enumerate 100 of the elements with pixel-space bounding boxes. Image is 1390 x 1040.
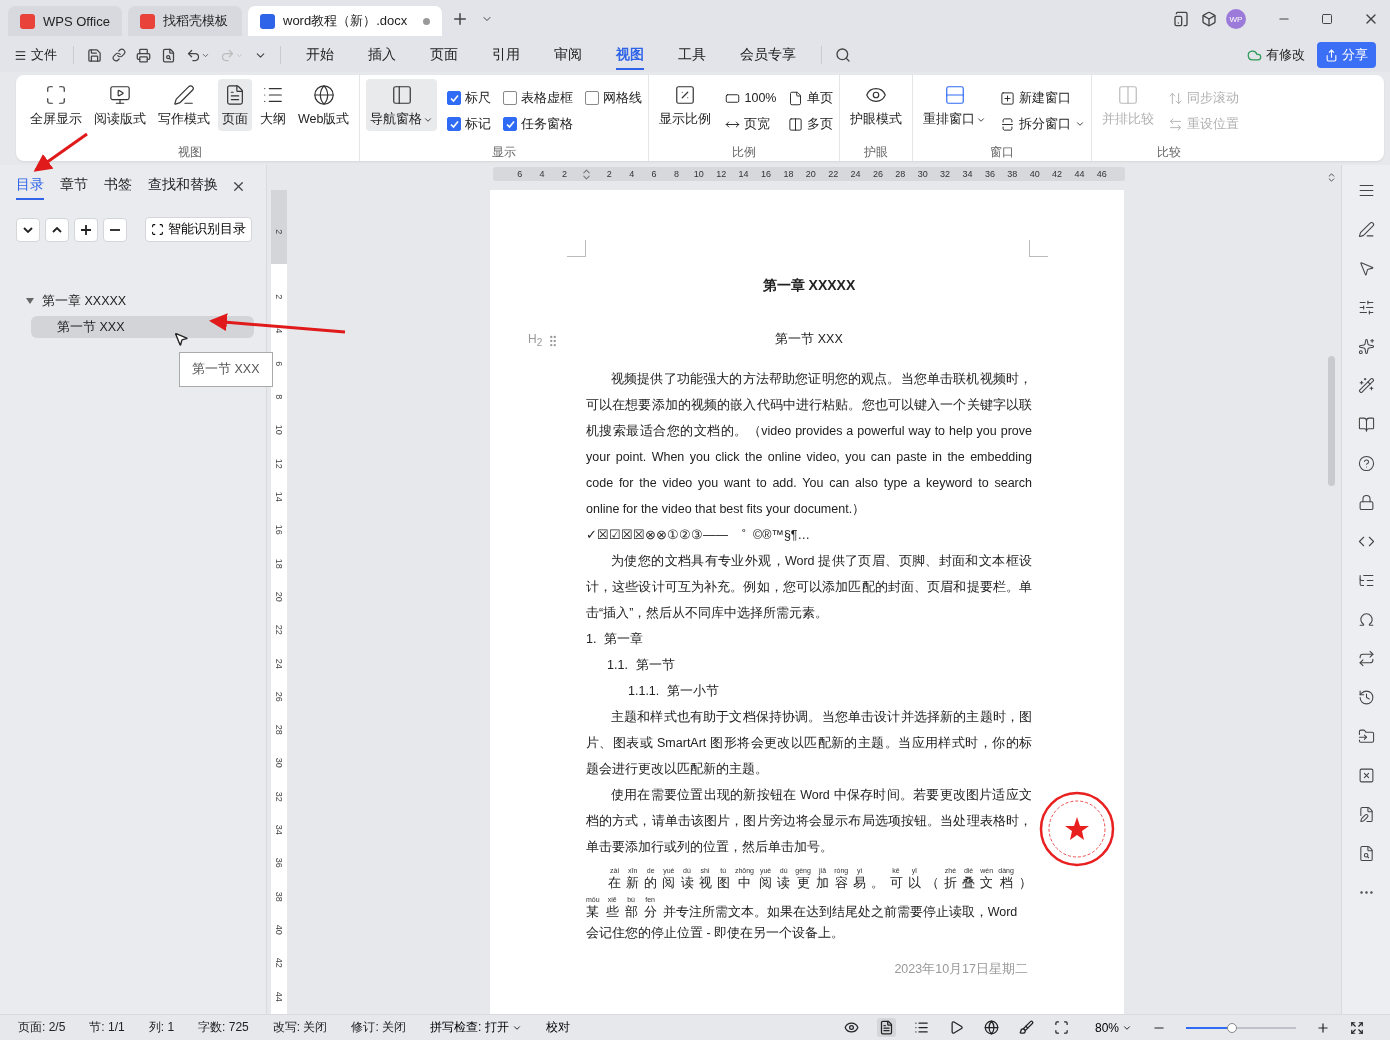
text-character: 图 [716,875,730,891]
ruler-number: 16 [273,524,285,537]
scrollbar-thumb[interactable] [1327,356,1335,486]
text-character: 并专注所需文本。如果在达到结尾处之前需要停止读取，Word [662,904,1018,920]
checkbox-option[interactable]: 任务窗格 [503,111,574,137]
ruler-number: 46 [1095,169,1108,179]
ruler-number: 20 [273,590,285,604]
collapse-up-button[interactable] [45,217,69,242]
caret-icon[interactable] [26,297,36,305]
ribbon-tab[interactable]: 页面 [430,40,458,70]
add-button[interactable] [74,217,98,242]
page-view-icon[interactable] [876,1018,896,1037]
ruler-number: 2 [560,169,568,179]
text-character: 档 [999,875,1013,891]
ruler-number: 2 [605,169,613,179]
group-label: 护眼 [863,144,890,161]
status-item[interactable]: 页面: 2/5 [18,1019,66,1036]
section-heading: 第一节 XXX [775,332,843,346]
ruler-number: 12 [715,169,728,179]
ruler-number: 4 [628,169,636,179]
pen-icon [173,84,195,106]
ruler-number: 18 [782,169,795,179]
chevron-up-icon [52,226,62,233]
ruler-number: 10 [273,424,285,438]
ribbon-button[interactable]: 页面 [218,79,252,131]
text-character: 读 [680,875,694,891]
zoom-level-button[interactable]: 80% [1094,1020,1132,1035]
pane-tab[interactable]: 目录 [16,176,44,200]
text-character: 读 [777,875,791,891]
document-tab[interactable]: 找稻壳模板 [128,6,242,36]
ruler-number: 38 [273,890,285,904]
annotation-arrow [33,132,88,172]
ruler-number: 10 [692,169,705,179]
percent-icon [674,84,697,106]
save-status[interactable]: 有修改 [1247,46,1305,64]
pane-tab[interactable]: 书签 [104,176,132,200]
paragraph: 为使您的文档具有专业外观，Word 提供了页眉、页脚、封面和文本框设计，这些设计可互为补充。例如，您可以添加匹配的封面、页眉和提要栏。单击“插入”，然后从不同库中选择所需元素。 [586,553,1032,622]
checkbox-option[interactable]: 标记 [447,111,492,137]
ribbon-button[interactable]: 单页 [788,85,834,111]
zoom-slider-thumb[interactable] [1227,1022,1238,1033]
text-character: 的 [644,875,658,891]
document-tab[interactable]: word教程（新）.docx [248,6,442,36]
ribbon-button[interactable]: Web版式 [294,79,354,131]
share-button[interactable]: 分享 [1317,42,1376,68]
ribbon-button[interactable]: 新建窗口 [1000,85,1086,111]
group-label: 窗口 [989,144,1016,161]
ribbon-button[interactable]: 全屏显示 [26,79,86,131]
status-item[interactable]: 字数: 725 [198,1019,249,1036]
pane-tab[interactable]: 章节 [60,176,88,200]
outline-item[interactable]: 第一节 XXX [31,316,254,338]
ribbon-tab[interactable]: 引用 [492,40,520,70]
ribbon-button[interactable]: 写作模式 [154,79,214,131]
expand-down-button[interactable] [16,217,40,242]
checkbox-option[interactable]: 表格虚框 [503,85,574,111]
ribbon-button[interactable]: 护眼模式 [846,79,907,131]
proofread-button[interactable]: 校对 [545,1019,570,1036]
page-icon [788,90,804,106]
ribbon-button[interactable]: 大纲 [256,79,290,131]
ribbon-tab[interactable]: 会员专享 [740,40,796,70]
ribbon-tab[interactable]: 开始 [306,40,334,70]
ruler-number: 14 [737,169,750,179]
ruler-number: 22 [273,623,285,637]
status-item[interactable]: 节: 1/1 [89,1019,125,1036]
ribbon-tab[interactable]: 视图 [616,40,644,70]
ribbon-button[interactable]: 重排窗口 [919,79,991,131]
ribbon-button[interactable]: 导航窗格 [366,79,438,131]
remove-button[interactable] [103,217,127,242]
checkbox-option[interactable]: 网格线 [585,85,643,111]
link-icon[interactable] [109,45,129,65]
smart-toc-button[interactable]: 智能识别目录 [145,217,252,242]
text-character: 文 [980,875,994,891]
text-character: 中 [737,875,751,891]
app-logo-icon [20,13,35,29]
ribbon-button[interactable]: 拆分窗口 [1000,111,1086,137]
ribbon-button[interactable]: 多页 [788,111,834,137]
checkbox-option[interactable]: 标尺 [447,85,492,111]
text-line: 会记住您的停止位置 - 即使在另一个设备上。 [586,925,846,942]
status-item[interactable]: 修订: 关闭 [351,1019,407,1036]
ruler-number: 24 [273,657,285,671]
ribbon-button[interactable]: 阅读版式 [90,79,150,131]
text-character: 视 [698,875,712,891]
file-menu[interactable]: 文件 [14,46,63,64]
status-item[interactable]: 列: 1 [148,1019,175,1036]
ribbon-button[interactable]: 页宽 [725,111,777,137]
split-window-icon [1000,116,1016,132]
ribbon-tab[interactable]: 审阅 [554,40,582,70]
stacked-windows-icon [943,84,966,106]
ribbon-tab[interactable]: 插入 [368,40,396,70]
plus-icon [81,224,91,235]
status-item[interactable]: 改写: 关闭 [272,1019,328,1036]
group-label: 视图 [176,144,203,161]
pane-tab[interactable]: 查找和替换 [148,176,218,200]
paragraph: 视频提供了功能强大的方法帮助您证明您的观点。当您单击联机视频时，可以在想要添加的视频的嵌入代码中进行粘贴。您也可以键入一个关键字以联机搜索最适合您的文档的。（video provides a powerful way to help you prove your point. When you click the online video, you can paste in the embedding code for the video you want to add. You can also type a keyword to search online for the video that best fits your document.） [586,371,1032,518]
ribbon-button[interactable]: 100% [725,85,777,111]
ribbon-tab[interactable]: 工具 [678,40,706,70]
spell-check-button[interactable]: 拼写检查: 打开 [430,1019,522,1036]
document-tab[interactable]: WPS Office [8,6,122,36]
ribbon-button[interactable]: 显示比例 [655,79,716,131]
outline-item[interactable]: 第一章 XXXXX [26,290,254,312]
ruler-number: 28 [273,723,285,737]
